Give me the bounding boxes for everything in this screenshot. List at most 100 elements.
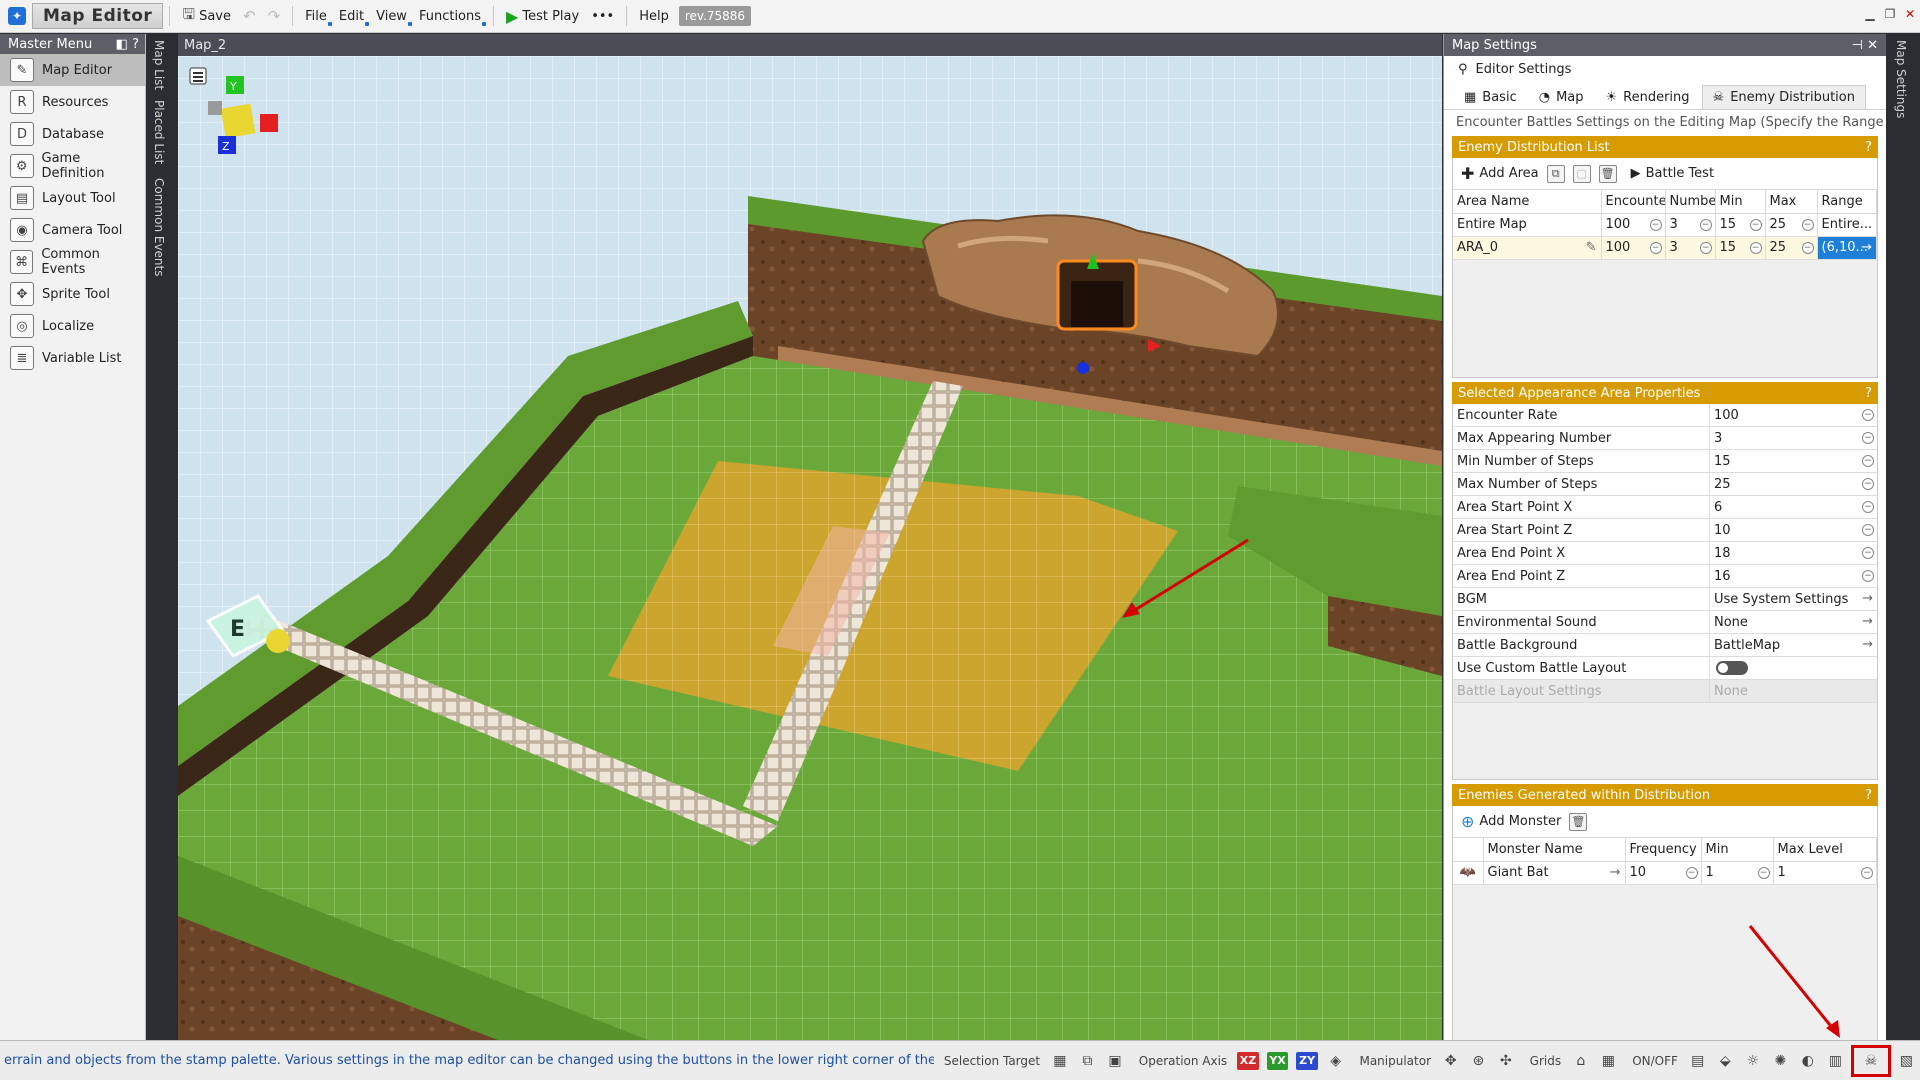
monster-name-cell[interactable]: Giant Bat → — [1483, 861, 1626, 885]
side-tab-map-list[interactable]: Map List — [152, 40, 166, 90]
axis-zy-button[interactable]: ZY — [1296, 1051, 1318, 1070]
prop-area-end-z[interactable]: Area End Point Z 16− — [1453, 565, 1877, 588]
selection-terrain-icon[interactable]: ▦ — [1048, 1049, 1072, 1073]
spin-icon[interactable]: − — [1749, 218, 1762, 231]
selection-object-icon[interactable]: ⧉ — [1076, 1049, 1100, 1073]
table-row[interactable]: Entire Map 100− 3− 15− 25− Entire... — [1453, 213, 1877, 237]
arrow-right-icon[interactable]: → — [1862, 591, 1873, 606]
max-level-cell[interactable]: 1− — [1773, 861, 1877, 885]
arrow-right-icon[interactable]: → — [1862, 614, 1873, 629]
prop-battle-background[interactable]: Battle Background BattleMap → — [1453, 634, 1877, 657]
undo-button[interactable]: ↶ — [237, 4, 262, 28]
spin-icon[interactable]: − — [1699, 241, 1712, 254]
prop-use-custom-battle-layout[interactable]: Use Custom Battle Layout — [1453, 657, 1877, 680]
spin-icon[interactable]: − — [1685, 866, 1698, 879]
number-cell[interactable]: 3− — [1665, 213, 1716, 237]
spin-icon[interactable]: − — [1699, 218, 1712, 231]
rotate-tool-icon[interactable]: ⊛ — [1467, 1049, 1491, 1073]
master-menu-item-game-definition[interactable]: ⚙ Game Definition — [0, 150, 145, 182]
delete-icon[interactable]: 🗑 — [1569, 812, 1588, 831]
edit-pen-icon[interactable]: ✎ — [1586, 240, 1597, 255]
grid-height-icon[interactable]: ⌂ — [1569, 1049, 1593, 1073]
area-name-cell[interactable]: Entire Map — [1453, 213, 1602, 237]
number-cell[interactable]: 3− — [1665, 236, 1716, 260]
arrow-right-icon[interactable]: → — [1861, 240, 1872, 255]
range-cell-selected[interactable]: (6,10... → — [1817, 236, 1877, 260]
axis-xz-button[interactable]: XZ — [1237, 1051, 1259, 1070]
prop-encounter-rate[interactable]: Encounter Rate 100− — [1453, 404, 1877, 427]
close-icon[interactable]: ✕ — [1900, 0, 1920, 28]
spin-icon[interactable]: − — [1649, 218, 1662, 231]
master-menu-item-database[interactable]: D Database — [0, 118, 145, 150]
show-objects-icon[interactable]: ⬙ — [1713, 1049, 1737, 1073]
column-header[interactable]: Frequency — [1625, 838, 1702, 862]
arrow-right-icon[interactable]: → — [1862, 637, 1873, 652]
spin-icon[interactable]: − — [1862, 455, 1874, 467]
gizmo-z-handle[interactable] — [1077, 362, 1089, 374]
viewport-tab[interactable]: Map_2 — [178, 34, 1442, 56]
spin-icon[interactable]: − — [1862, 570, 1874, 582]
minimize-icon[interactable]: ▁ — [1860, 0, 1880, 28]
column-header[interactable]: Area Name — [1453, 190, 1602, 214]
scale-tool-icon[interactable]: ✣ — [1494, 1049, 1518, 1073]
save-button[interactable]: 🖫 Save — [176, 1, 237, 32]
side-tab-placed-list[interactable]: Placed List — [152, 100, 166, 164]
prop-min-steps[interactable]: Min Number of Steps 15− — [1453, 450, 1877, 473]
spin-icon[interactable]: − — [1862, 409, 1874, 421]
column-header[interactable]: Min — [1701, 838, 1774, 862]
map-viewport[interactable]: E Y Z — [178, 56, 1442, 1040]
column-header[interactable]: Numbe — [1665, 190, 1716, 214]
table-row[interactable]: 🦇 Giant Bat → 10− 1− 1− — [1453, 861, 1877, 885]
help-icon[interactable]: ? — [1865, 386, 1872, 401]
redo-button[interactable]: ↷ — [262, 4, 287, 28]
custom-layout-toggle[interactable] — [1716, 661, 1748, 675]
test-play-options-button[interactable]: ••• — [585, 6, 620, 27]
prop-bgm[interactable]: BGM Use System Settings → — [1453, 588, 1877, 611]
selection-event-icon[interactable]: ▣ — [1103, 1049, 1127, 1073]
master-menu-item-resources[interactable]: R Resources — [0, 86, 145, 118]
show-grid-icon[interactable]: ▤ — [1686, 1049, 1710, 1073]
master-menu-item-sprite-tool[interactable]: ✥ Sprite Tool — [0, 278, 145, 310]
view-menu-button[interactable] — [189, 67, 207, 85]
pin-close-icons[interactable]: ⊣ ✕ — [1852, 38, 1878, 53]
spin-icon[interactable]: − — [1862, 432, 1874, 444]
manipulator-icon[interactable]: ◈ — [1324, 1049, 1348, 1073]
spin-icon[interactable]: − — [1862, 524, 1874, 536]
column-header[interactable]: Encounte — [1601, 190, 1666, 214]
prop-area-end-x[interactable]: Area End Point X 18− — [1453, 542, 1877, 565]
tab-map[interactable]: ◔ Map — [1529, 86, 1594, 109]
show-misc-icon[interactable]: ▧ — [1895, 1049, 1919, 1073]
min-cell[interactable]: 15− — [1715, 213, 1766, 237]
master-menu-item-map-editor[interactable]: ✎ Map Editor — [0, 54, 145, 86]
spin-icon[interactable]: − — [1862, 478, 1874, 490]
frequency-cell[interactable]: 10− — [1625, 861, 1702, 885]
column-header[interactable]: Range — [1817, 190, 1877, 214]
show-lights-icon[interactable]: ☼ — [1741, 1049, 1765, 1073]
column-header[interactable]: Max — [1765, 190, 1818, 214]
add-area-button[interactable]: ✚ Add Area — [1461, 164, 1539, 183]
grid-toggle-icon[interactable]: ▦ — [1597, 1049, 1621, 1073]
functions-menu[interactable]: Functions — [413, 6, 487, 27]
spin-icon[interactable]: − — [1749, 241, 1762, 254]
column-header[interactable]: Max Level — [1773, 838, 1877, 862]
tab-enemy-distribution[interactable]: ☠ Enemy Distribution — [1701, 85, 1866, 109]
test-play-button[interactable]: ▶ Test Play — [500, 4, 585, 29]
add-monster-button[interactable]: ⊕ Add Monster — [1461, 812, 1561, 831]
prop-environmental-sound[interactable]: Environmental Sound None → — [1453, 611, 1877, 634]
spin-icon[interactable]: − — [1861, 866, 1873, 879]
side-tab-map-settings[interactable]: Map Settings — [1894, 40, 1908, 118]
master-menu-item-variable-list[interactable]: ≣ Variable List — [0, 342, 145, 374]
map-scene[interactable]: E Y Z — [178, 56, 1442, 1040]
move-tool-icon[interactable]: ✥ — [1439, 1049, 1463, 1073]
min-level-cell[interactable]: 1− — [1701, 861, 1774, 885]
file-menu[interactable]: File — [299, 6, 333, 27]
arrow-right-icon[interactable]: → — [1610, 865, 1621, 880]
editor-settings-link[interactable]: ⚲ Editor Settings — [1444, 56, 1886, 82]
show-camera-icon[interactable]: ◐ — [1796, 1049, 1820, 1073]
spin-icon[interactable]: − — [1801, 241, 1814, 254]
master-menu-item-common-events[interactable]: ⌘ Common Events — [0, 246, 145, 278]
table-row-selected[interactable]: ARA_0 ✎ 100− 3− 15− 25− (6,10... → — [1453, 236, 1877, 260]
show-effects-icon[interactable]: ✺ — [1769, 1049, 1793, 1073]
prop-area-start-z[interactable]: Area Start Point Z 10− — [1453, 519, 1877, 542]
spin-icon[interactable]: − — [1649, 241, 1662, 254]
